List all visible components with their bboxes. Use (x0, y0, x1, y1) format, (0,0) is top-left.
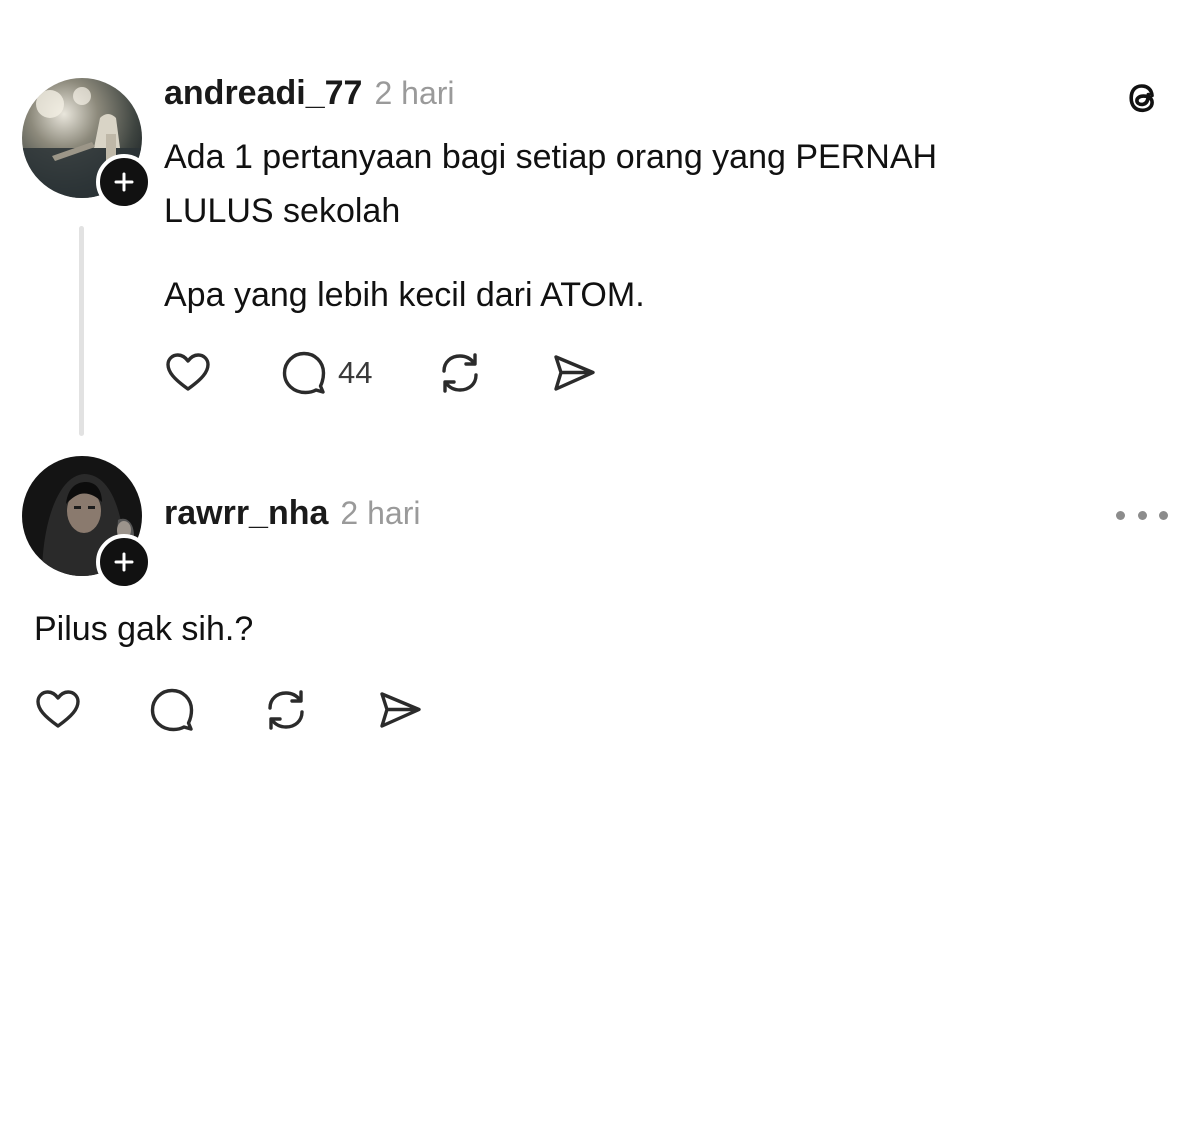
comment-icon (150, 688, 194, 732)
reply-more-button[interactable] (1116, 500, 1168, 530)
heart-icon (166, 353, 210, 391)
reply-like-button[interactable] (34, 686, 82, 734)
reply-username[interactable]: rawrr_nha (164, 494, 328, 533)
post-line-2: LULUS sekolah (164, 192, 401, 230)
share-icon (554, 355, 596, 391)
comment-icon (282, 351, 326, 395)
heart-icon (36, 690, 80, 728)
more-icon-dot-3 (1159, 510, 1168, 520)
repost-icon (268, 690, 304, 730)
reply-repost-button[interactable] (262, 686, 310, 734)
reply-text: Pilus gak sih.? (34, 610, 254, 648)
post-header: andreadi_77 2 hari (164, 74, 455, 113)
plus-icon (114, 552, 134, 572)
follow-andreadi-button[interactable] (96, 154, 152, 210)
share-icon (380, 692, 421, 728)
threads-logo-icon[interactable] (1118, 74, 1166, 122)
post-repost-button[interactable] (436, 349, 484, 397)
reply-share-button[interactable] (376, 686, 424, 734)
more-icon-dot-1 (1116, 510, 1125, 520)
repost-icon (442, 353, 479, 393)
post-username[interactable]: andreadi_77 (164, 74, 362, 113)
plus-icon (114, 172, 134, 192)
reply-header: rawrr_nha 2 hari (164, 494, 420, 533)
reply-time: 2 hari (340, 495, 421, 531)
post-share-button[interactable] (550, 349, 598, 397)
post-time: 2 hari (374, 75, 455, 111)
post-actions: 44 (164, 349, 598, 397)
threads-post-page: andreadi_77 2 hari Ada 1 pertanyaan bagi… (0, 0, 1200, 1129)
more-icon-dot-2 (1137, 510, 1147, 520)
post-comment-button[interactable]: 44 (280, 349, 372, 397)
post-reply-count: 44 (338, 355, 373, 390)
thread-connector-line (79, 226, 84, 436)
post-paragraph-1: Ada 1 pertanyaan bagi setiap orang yang … (164, 130, 937, 238)
post-paragraph-2: Apa yang lebih kecil dari ATOM. (164, 276, 645, 314)
follow-rawrr-button[interactable] (96, 534, 152, 590)
post-like-button[interactable] (164, 349, 212, 397)
reply-comment-button[interactable] (148, 686, 196, 734)
reply-actions (34, 686, 424, 734)
post-line-1: Ada 1 pertanyaan bagi setiap orang yang … (164, 138, 938, 176)
